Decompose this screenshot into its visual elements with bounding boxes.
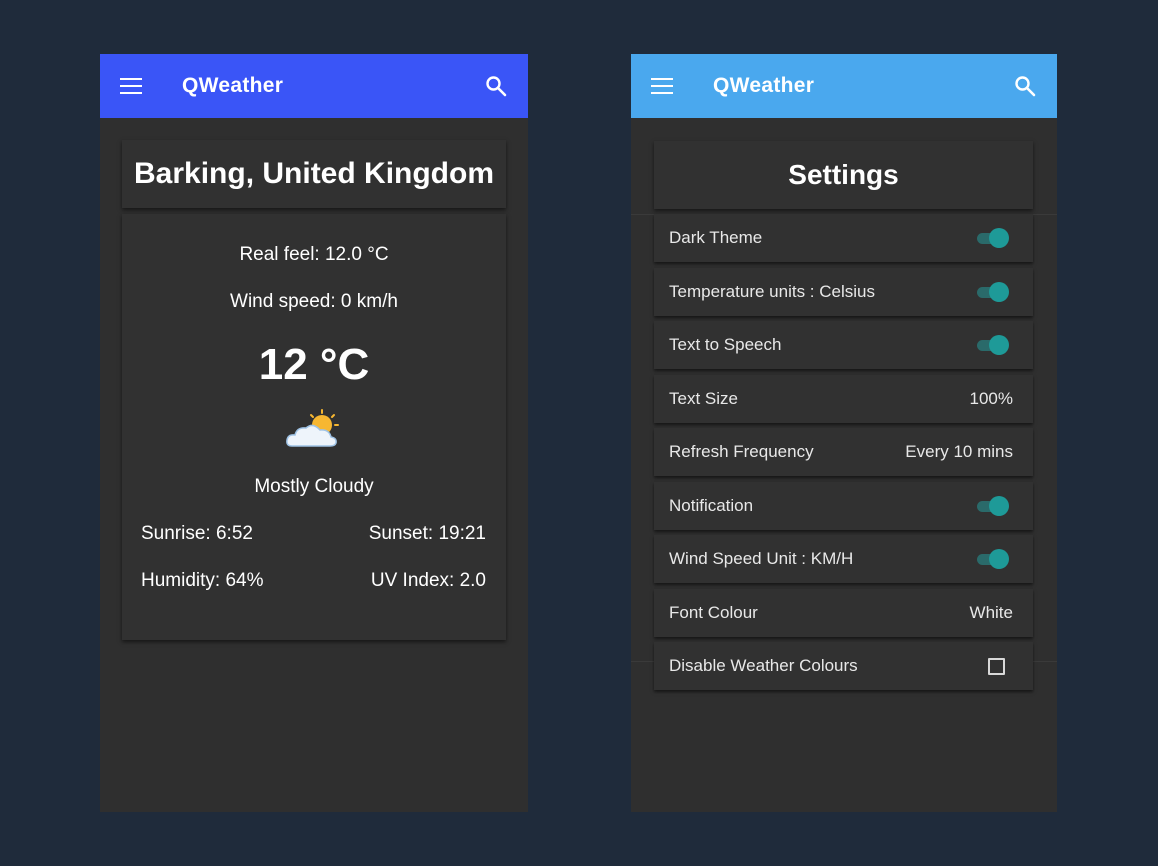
font-colour-value: White <box>969 603 1013 622</box>
setting-label: Text to Speech <box>669 335 782 354</box>
setting-label: Disable Weather Colours <box>669 656 858 675</box>
setting-text-size[interactable]: Text Size 100% <box>654 375 1033 423</box>
setting-label: Notification <box>669 496 754 515</box>
setting-label: Font Colour <box>669 603 758 622</box>
sunset: Sunset: 19:21 <box>368 523 486 544</box>
setting-dark-theme[interactable]: Dark Theme <box>654 214 1033 262</box>
uv-index: UV Index: 2.0 <box>370 570 486 591</box>
weather-details-card: Real feel: 12.0 °C Wind speed: 0 km/h 12… <box>122 214 506 640</box>
app-title: QWeather <box>182 74 284 97</box>
menu-icon[interactable] <box>120 78 144 94</box>
app-bar: QWeather <box>100 54 528 118</box>
settings-screen: QWeather Settings Dark Theme Temperature… <box>631 54 1057 812</box>
app-title: QWeather <box>713 74 815 97</box>
setting-notification[interactable]: Notification <box>654 482 1033 530</box>
temperature-units-toggle[interactable] <box>977 282 1009 302</box>
city-name: Barking, United Kingdom <box>134 157 494 190</box>
app-bar: QWeather <box>631 54 1057 118</box>
text-to-speech-toggle[interactable] <box>977 335 1009 355</box>
temperature: 12 °C <box>258 340 370 389</box>
refresh-frequency-value: Every 10 mins <box>905 442 1013 461</box>
wind-speed-unit-toggle[interactable] <box>977 549 1009 569</box>
settings-header-card: Settings <box>654 141 1033 209</box>
setting-wind-speed-unit[interactable]: Wind Speed Unit : KM/H <box>654 535 1033 583</box>
settings-title: Settings <box>788 159 899 190</box>
text-size-value: 100% <box>969 389 1013 408</box>
setting-label: Temperature units : Celsius <box>669 282 875 301</box>
setting-font-colour[interactable]: Font Colour White <box>654 589 1033 637</box>
partly-cloudy-icon <box>286 409 339 447</box>
humidity: Humidity: 64% <box>141 570 264 591</box>
setting-text-to-speech[interactable]: Text to Speech <box>654 321 1033 369</box>
setting-disable-weather-colours[interactable]: Disable Weather Colours <box>654 642 1033 690</box>
setting-label: Wind Speed Unit : KM/H <box>669 549 854 568</box>
wind-speed: Wind speed: 0 km/h <box>230 291 398 312</box>
weather-screen: QWeather Barking, United Kingdom Real fe… <box>100 54 528 812</box>
weather-condition: Mostly Cloudy <box>254 476 374 497</box>
notification-toggle[interactable] <box>977 496 1009 516</box>
disable-weather-colours-checkbox[interactable] <box>988 658 1005 675</box>
setting-temperature-units[interactable]: Temperature units : Celsius <box>654 268 1033 316</box>
real-feel: Real feel: 12.0 °C <box>239 244 389 265</box>
city-card: Barking, United Kingdom <box>122 140 506 208</box>
sunrise: Sunrise: 6:52 <box>141 523 253 544</box>
setting-label: Text Size <box>669 389 738 408</box>
setting-label: Dark Theme <box>669 228 763 247</box>
setting-label: Refresh Frequency <box>669 442 814 461</box>
menu-icon[interactable] <box>651 78 675 94</box>
setting-refresh-frequency[interactable]: Refresh Frequency Every 10 mins <box>654 428 1033 476</box>
search-icon[interactable] <box>1013 74 1037 98</box>
dark-theme-toggle[interactable] <box>977 228 1009 248</box>
search-icon[interactable] <box>484 74 508 98</box>
